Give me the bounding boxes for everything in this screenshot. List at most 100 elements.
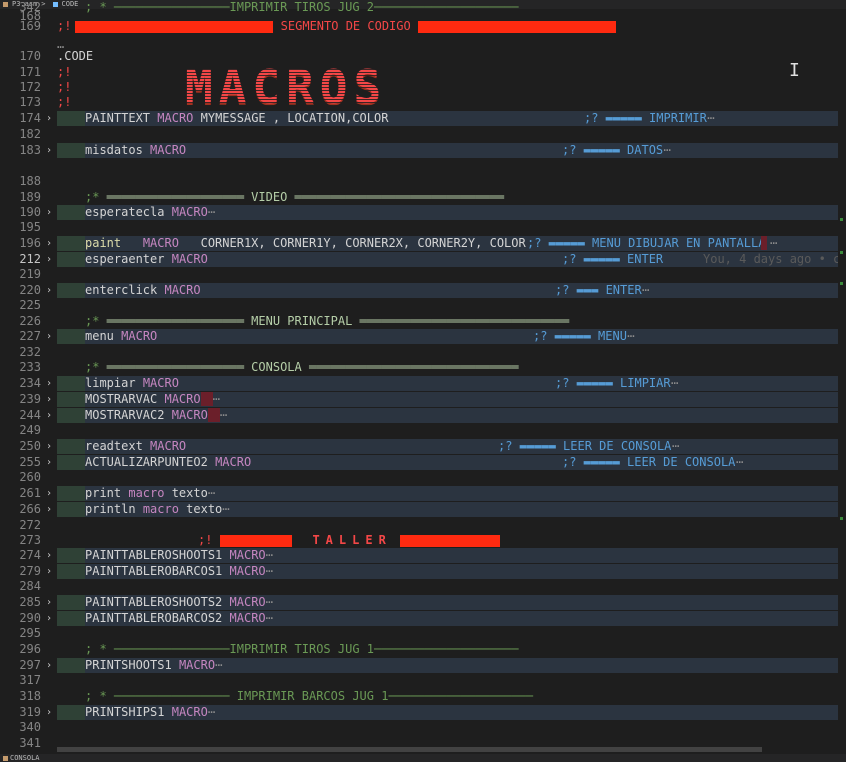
- code-line[interactable]: 195: [0, 220, 846, 235]
- code-text: ;!: [57, 95, 71, 110]
- chevron-right-icon[interactable]: ›: [46, 205, 52, 220]
- code-line[interactable]: 232: [0, 345, 846, 360]
- line-number: 170: [19, 49, 41, 63]
- code-line[interactable]: 284: [0, 579, 846, 594]
- code-line[interactable]: 196 › paint MACRO CORNER1X, CORNER1Y, CORN…: [0, 236, 846, 251]
- code-line[interactable]: 274 › PAINTTABLEROSHOOTS1 MACRO⋯: [0, 548, 846, 563]
- code-line[interactable]: 290 › PAINTTABLEROBARCOS2 MACRO⋯: [0, 611, 846, 626]
- vertical-scrollbar[interactable]: [838, 9, 846, 754]
- indent-guide: [57, 205, 85, 220]
- chevron-right-icon[interactable]: ›: [46, 548, 52, 563]
- code-line[interactable]: 212 › esperaenter MACRO ;? ▬▬▬▬▬ ENTER You, …: [0, 252, 846, 267]
- code-line[interactable]: 319 › PRINTSHIPS1 MACRO⋯: [0, 705, 846, 720]
- chevron-right-icon[interactable]: ›: [46, 502, 52, 517]
- code-line[interactable]: 273;! TALLER: [0, 533, 846, 548]
- code-text: .CODE: [57, 49, 93, 64]
- code-text: ;! SEGMENTO DE CODIGO: [57, 19, 616, 34]
- line-number: 260: [19, 470, 41, 484]
- chevron-right-icon[interactable]: ›: [46, 236, 52, 251]
- code-line[interactable]: 234 › limpiar MACRO ;? ▬▬▬▬▬ LIMPIAR ⋯: [0, 376, 846, 391]
- identifier: paint: [85, 236, 122, 250]
- code-line[interactable]: 250 › readtext MACRO ;? ▬▬▬▬▬ LEER DE CONSO…: [0, 439, 846, 454]
- folded-ellipsis: ⋯: [219, 408, 228, 422]
- folded-ellipsis: ⋯: [207, 705, 216, 719]
- line-number: 261: [19, 486, 41, 500]
- chevron-right-icon[interactable]: ›: [46, 283, 52, 298]
- folded-ellipsis: ⋯: [671, 376, 679, 390]
- code-line[interactable]: 219: [0, 267, 846, 282]
- chevron-right-icon[interactable]: ›: [46, 376, 52, 391]
- code-line[interactable]: 342 ; * ────────────────IMPRIMIR TIROS JU…: [0, 0, 846, 15]
- line-number: 227: [19, 329, 41, 343]
- code-line[interactable]: 272: [0, 518, 846, 533]
- code-line[interactable]: 227 › menu MACRO ;? ▬▬▬▬▬ MENU ⋯: [0, 329, 846, 344]
- keyword: MACRO: [215, 455, 252, 469]
- chevron-right-icon[interactable]: ›: [46, 329, 52, 344]
- chevron-right-icon[interactable]: ›: [46, 111, 52, 126]
- code-line[interactable]: 317: [0, 673, 846, 688]
- line-number: 319: [19, 705, 41, 719]
- code-line[interactable]: 174 › PAINTTEXT MACRO MYMESSAGE , LOCATION…: [0, 111, 846, 126]
- bottom-tab-label[interactable]: CONSOLA: [10, 754, 40, 762]
- code-line[interactable]: 183 › misdatos MACRO ;? ▬▬▬▬▬ DATOS ⋯: [0, 143, 846, 158]
- indent-guide: [57, 252, 85, 267]
- doc-comment: ;? ▬▬▬▬▬ IMPRIMIR: [584, 111, 707, 125]
- code-line[interactable]: 170 .CODE: [0, 49, 846, 64]
- code-line[interactable]: 340: [0, 720, 846, 735]
- code-line[interactable]: 255 › ACTUALIZARPUNTEO2 MACRO ;? ▬▬▬▬▬ LEER…: [0, 455, 846, 470]
- taller-banner: TALLER: [312, 533, 392, 547]
- code-line[interactable]: 188: [0, 174, 846, 189]
- chevron-right-icon[interactable]: ›: [46, 611, 52, 626]
- chevron-right-icon[interactable]: ›: [46, 408, 52, 423]
- keyword: MACRO: [171, 252, 208, 266]
- code-line[interactable]: 266 › println macro texto⋯: [0, 502, 846, 517]
- comment-marker: ;!: [57, 65, 72, 79]
- code-line[interactable]: 220 › enterclick MACRO ;? ▬▬▬ ENTER ⋯: [0, 283, 846, 298]
- line-number: 219: [19, 267, 41, 281]
- code-line[interactable]: 318 ; * ──────────────── IMPRIMIR BARCOS …: [0, 689, 846, 704]
- code-line[interactable]: 239 › MOSTRARVAC MACRO ⋯: [0, 392, 846, 407]
- line-number: 340: [19, 720, 41, 734]
- line-number: 266: [19, 502, 41, 516]
- line-number: 272: [19, 518, 41, 532]
- code-line[interactable]: 261 › print macro texto⋯: [0, 486, 846, 501]
- code-line[interactable]: 244 › MOSTRARVAC2 MACRO ⋯: [0, 408, 846, 423]
- keyword: MACRO: [229, 611, 266, 625]
- chevron-right-icon[interactable]: ›: [46, 392, 52, 407]
- code-text: PRINTSHOOTS1 MACRO⋯: [85, 658, 222, 673]
- doc-comment: ;? ▬▬▬ ENTER: [555, 283, 642, 297]
- code-line[interactable]: 295: [0, 626, 846, 641]
- horizontal-scrollbar[interactable]: [57, 747, 762, 752]
- code-line[interactable]: 225: [0, 298, 846, 313]
- chevron-right-icon[interactable]: ›: [46, 658, 52, 673]
- code-line[interactable]: 233 ;* ═══════════════════ CONSOLA ══════…: [0, 360, 846, 375]
- bottom-panel-tab[interactable]: CONSOLA: [0, 754, 846, 762]
- code-line[interactable]: 182: [0, 127, 846, 142]
- section-label: SEGMENTO DE CODIGO: [273, 19, 418, 33]
- code-line[interactable]: 296 ; * ────────────────IMPRIMIR TIROS JU…: [0, 642, 846, 657]
- chevron-right-icon[interactable]: ›: [46, 252, 52, 267]
- code-line[interactable]: 189 ;* ═══════════════════ VIDEO ════════…: [0, 190, 846, 205]
- code-line[interactable]: 285 › PAINTTABLEROSHOOTS2 MACRO⋯: [0, 595, 846, 610]
- code-line[interactable]: 260: [0, 470, 846, 485]
- change-marker: [840, 218, 843, 221]
- chevron-right-icon[interactable]: ›: [46, 705, 52, 720]
- folded-ellipsis: ⋯: [265, 548, 273, 562]
- code-line[interactable]: 297 › PRINTSHOOTS1 MACRO⋯: [0, 658, 846, 673]
- section-label: ────────────────IMPRIMIR TIROS JUG 1────…: [106, 642, 519, 656]
- chevron-right-icon[interactable]: ›: [46, 564, 52, 579]
- code-line[interactable]: 279 › PAINTTABLEROBARCOS1 MACRO⋯: [0, 564, 846, 579]
- chevron-right-icon[interactable]: ›: [46, 439, 52, 454]
- identifier: MOSTRARVAC: [85, 392, 158, 406]
- chevron-right-icon[interactable]: ›: [46, 455, 52, 470]
- change-marker: [840, 282, 843, 285]
- code-line[interactable]: 190 › esperatecla MACRO⋯: [0, 205, 846, 220]
- folded-ellipsis: ⋯: [207, 205, 216, 219]
- code-line[interactable]: 226 ;* ═══════════════════ MENU PRINCIPAL…: [0, 314, 846, 329]
- identifier: PAINTTABLEROBARCOS2: [85, 611, 223, 625]
- chevron-right-icon[interactable]: ›: [46, 486, 52, 501]
- chevron-right-icon[interactable]: ›: [46, 143, 52, 158]
- code-line[interactable]: 249: [0, 423, 846, 438]
- chevron-right-icon[interactable]: ›: [46, 595, 52, 610]
- code-line[interactable]: 169;! SEGMENTO DE CODIGO: [0, 19, 846, 34]
